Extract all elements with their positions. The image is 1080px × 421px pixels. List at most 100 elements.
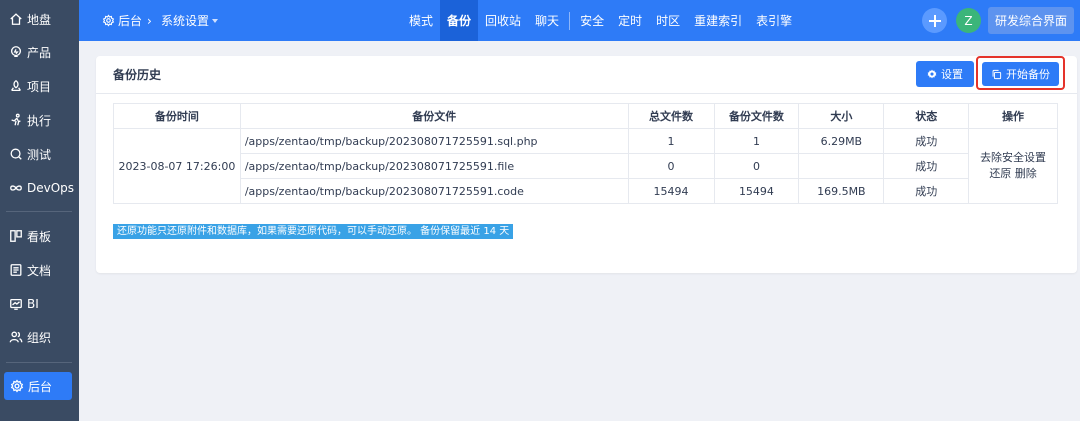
monitor-icon (8, 297, 23, 312)
tab-backup[interactable]: 备份 (440, 0, 479, 41)
panel-title: 备份历史 (113, 68, 162, 82)
infinity-icon (8, 181, 23, 196)
status-cell: 成功 (883, 153, 970, 179)
gear-icon (927, 69, 937, 79)
col-header-actions: 操作 (968, 103, 1058, 129)
backup-table: 备份时间 备份文件 总文件数 备份文件数 大小 状态 操作 2023-08-07… (113, 103, 1058, 204)
sidebar-item-project[interactable]: 项目 (0, 72, 79, 100)
sidebar-item-label: 文档 (27, 263, 52, 278)
sidebar-item-admin[interactable]: 后台 (4, 372, 72, 400)
run-icon (8, 113, 23, 128)
table-row: /apps/zentao/tmp/backup/202308071725591.… (114, 153, 1058, 179)
people-icon (8, 330, 23, 345)
start-backup-highlight: 开始备份 (976, 56, 1065, 90)
tab-table-engine[interactable]: 表引擎 (749, 0, 799, 41)
restore-note: 还原功能只还原附件和数据库，如果需要还原代码，可以手动还原。 备份保留最近 14… (113, 224, 514, 239)
sidebar-item-kanban[interactable]: 看板 (0, 222, 79, 250)
delete-link[interactable]: 删除 (1015, 167, 1037, 180)
sidebar-item-label: 产品 (27, 45, 52, 60)
status-cell: 成功 (883, 178, 970, 204)
tab-chat[interactable]: 聊天 (528, 0, 566, 41)
backed-files-cell: 0 (713, 153, 800, 179)
tab-divider (569, 11, 571, 30)
start-backup-label: 开始备份 (1006, 68, 1050, 81)
table-header-row: 备份时间 备份文件 总文件数 备份文件数 大小 状态 操作 (113, 103, 1058, 129)
tab-cron[interactable]: 定时 (611, 0, 649, 41)
settings-button[interactable]: 设置 (916, 61, 974, 87)
remove-safe-link[interactable]: 去除安全设置 (980, 151, 1046, 164)
sidebar-item-label: 地盘 (27, 12, 52, 27)
sidebar-item-test[interactable]: 测试 (0, 140, 79, 168)
sidebar-item-dashboard[interactable]: 地盘 (0, 5, 79, 33)
avatar[interactable]: Z (956, 8, 981, 33)
backup-history-panel: 备份历史 设置 开始备份 备份时间 备份文件 总文件数 备份文件数 大小 状态 … (96, 56, 1077, 273)
tab-mode[interactable]: 模式 (402, 0, 440, 41)
sidebar-item-devops[interactable]: DevOps (0, 174, 79, 202)
tab-rebuild-index[interactable]: 重建索引 (687, 0, 749, 41)
breadcrumb-separator: › (147, 13, 152, 28)
size-cell: 169.5MB (798, 178, 885, 204)
lightbulb-icon (8, 45, 23, 60)
col-header-total: 总文件数 (627, 103, 715, 129)
sidebar-item-docs[interactable]: 文档 (0, 256, 79, 284)
sidebar-divider (6, 211, 72, 212)
sidebar-item-label: 测试 (27, 147, 52, 162)
sidebar-item-execution[interactable]: 执行 (0, 106, 79, 134)
size-cell (798, 153, 885, 179)
sidebar-item-label: 项目 (27, 79, 52, 94)
tab-timezone[interactable]: 时区 (649, 0, 687, 41)
col-header-status: 状态 (883, 103, 970, 129)
backup-time-cell: 2023-08-07 17:26:00 (113, 128, 241, 204)
sidebar-divider (6, 362, 72, 363)
search-icon (8, 147, 23, 162)
sidebar-item-label: DevOps (27, 181, 75, 195)
gear-icon (102, 14, 115, 27)
project-icon (8, 79, 23, 94)
sidebar-item-label: 看板 (27, 229, 52, 244)
col-header-size: 大小 (798, 103, 885, 129)
sidebar-item-label: BI (27, 297, 39, 311)
sidebar-item-bi[interactable]: BI (0, 290, 79, 318)
start-backup-button[interactable]: 开始备份 (982, 62, 1059, 86)
sidebar-item-label: 执行 (27, 113, 52, 128)
quick-create-button[interactable] (922, 8, 947, 33)
breadcrumb-current-label: 系统设置 (161, 14, 210, 28)
col-header-time: 备份时间 (113, 103, 241, 129)
backup-file-cell: /apps/zentao/tmp/backup/202308071725591.… (239, 128, 629, 154)
sidebar-item-org[interactable]: 组织 (0, 323, 79, 351)
total-files-cell: 0 (627, 153, 715, 179)
col-header-backed: 备份文件数 (713, 103, 800, 129)
col-header-file: 备份文件 (239, 103, 629, 129)
chevron-down-icon (212, 18, 219, 23)
module-tabs: 模式 备份 回收站 聊天 安全 定时 时区 重建索引 表引擎 (402, 0, 799, 41)
copy-icon (992, 69, 1002, 79)
settings-button-label: 设置 (941, 68, 963, 81)
sidebar-item-product[interactable]: 产品 (0, 38, 79, 66)
panel-divider (96, 93, 1077, 94)
restore-link[interactable]: 还原 (989, 167, 1011, 180)
tab-security[interactable]: 安全 (573, 0, 611, 41)
sidebar: 地盘 产品 项目 执行 测试 DevOps 看板 文档 BI 组织 后台 (0, 0, 79, 421)
top-header: 后台 › 系统设置 模式 备份 回收站 聊天 安全 定时 时区 重建索引 表引擎… (79, 0, 1080, 41)
sidebar-item-label: 组织 (27, 330, 52, 345)
home-icon (8, 12, 23, 27)
breadcrumb-home-label: 后台 (118, 14, 143, 28)
kanban-icon (8, 229, 23, 244)
backup-file-cell: /apps/zentao/tmp/backup/202308071725591.… (239, 153, 629, 179)
size-cell: 6.29MB (798, 128, 885, 154)
status-cell: 成功 (883, 128, 970, 154)
breadcrumb-current[interactable]: 系统设置 (161, 0, 219, 41)
vision-switch-button[interactable]: 研发综合界面 (988, 7, 1074, 34)
gear-icon (9, 379, 24, 394)
sidebar-item-label: 后台 (28, 379, 53, 394)
backed-files-cell: 1 (713, 128, 800, 154)
backed-files-cell: 15494 (713, 178, 800, 204)
actions-cell: 去除安全设置 还原 删除 (968, 128, 1058, 204)
tab-trash[interactable]: 回收站 (478, 0, 528, 41)
document-icon (8, 263, 23, 278)
table-row: /apps/zentao/tmp/backup/202308071725591.… (114, 178, 1058, 204)
total-files-cell: 1 (627, 128, 715, 154)
breadcrumb-home[interactable]: 后台 (102, 0, 142, 41)
backup-file-cell: /apps/zentao/tmp/backup/202308071725591.… (239, 178, 629, 204)
total-files-cell: 15494 (627, 178, 715, 204)
